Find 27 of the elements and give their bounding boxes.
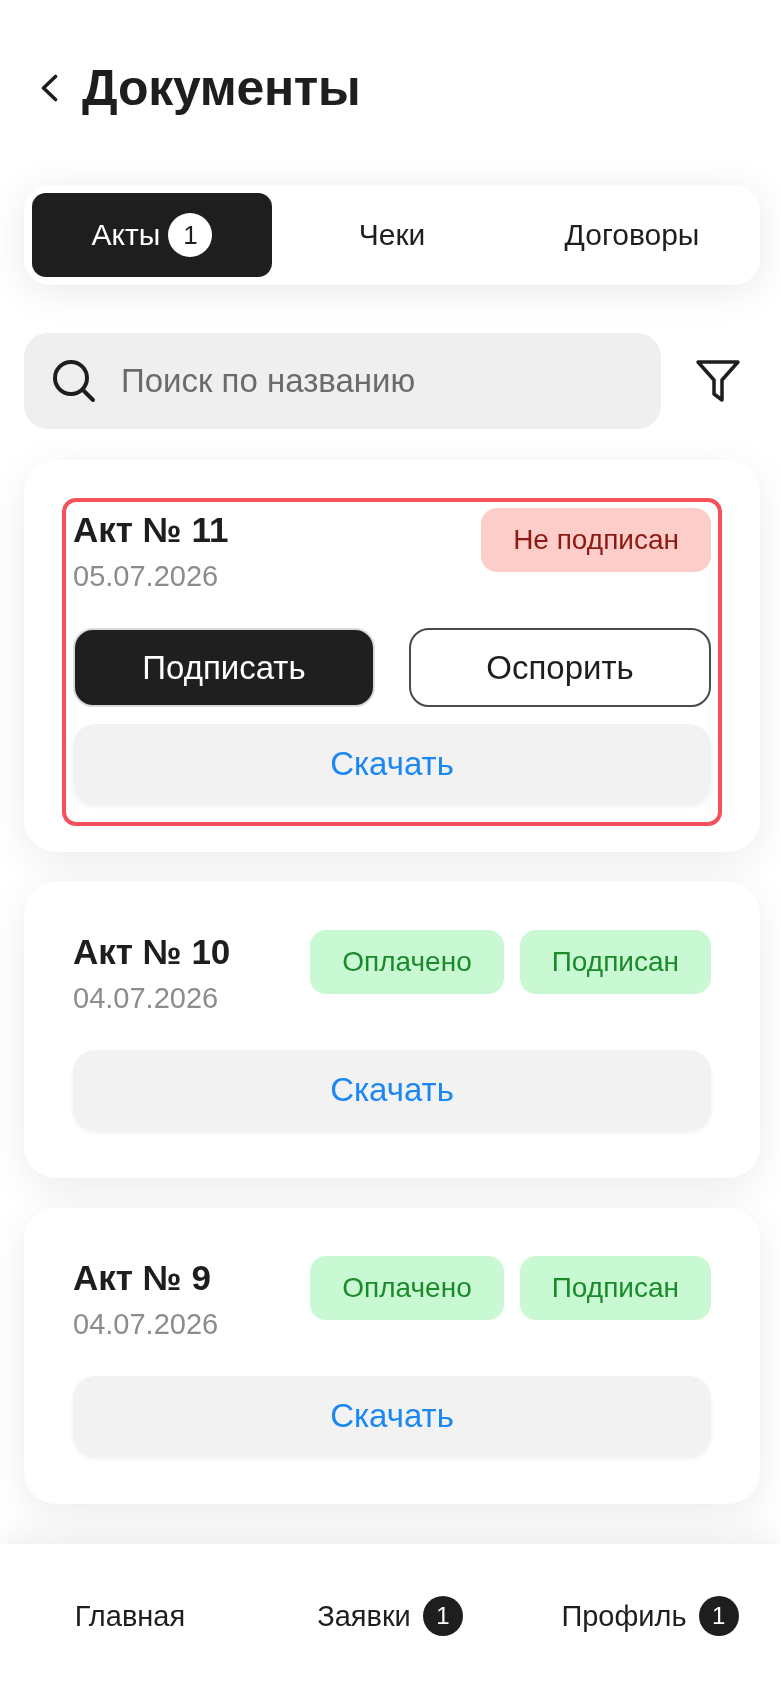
nav-item[interactable]: Профиль 1 [520, 1544, 780, 1688]
document-date: 04.07.2026 [73, 1307, 219, 1342]
search-field[interactable]: Поиск по названию [24, 333, 661, 429]
status-badge: Не подписан [481, 508, 711, 572]
tab[interactable]: Договоры [512, 193, 752, 277]
document-title: Акт № 9 [73, 1257, 211, 1299]
filter-icon[interactable] [695, 359, 741, 403]
action-button[interactable]: Подписать [73, 628, 375, 707]
document-title: Акт № 10 [73, 931, 231, 973]
count-badge: 1 [422, 1596, 463, 1636]
status-badge: Подписан [519, 930, 711, 994]
count-badge: 1 [698, 1596, 739, 1636]
status-badge: Подписан [519, 1256, 711, 1320]
document-title: Акт № 11 [73, 509, 229, 551]
status-badge: Оплачено [310, 930, 504, 994]
back-icon[interactable] [40, 74, 58, 102]
tab[interactable]: Чеки [272, 193, 512, 277]
nav-item[interactable]: Заявки 1 [260, 1544, 520, 1688]
document-date: 05.07.2026 [73, 559, 219, 594]
count-badge: 1 [168, 213, 213, 257]
status-badge: Оплачено [310, 1256, 504, 1320]
document-date: 04.07.2026 [73, 981, 219, 1016]
action-button[interactable]: Оспорить [409, 628, 711, 707]
nav-item[interactable]: Главная [0, 1544, 260, 1688]
page-title: Документы [82, 59, 361, 117]
search-icon [52, 359, 96, 403]
tab[interactable]: Акты 1 [32, 193, 272, 277]
